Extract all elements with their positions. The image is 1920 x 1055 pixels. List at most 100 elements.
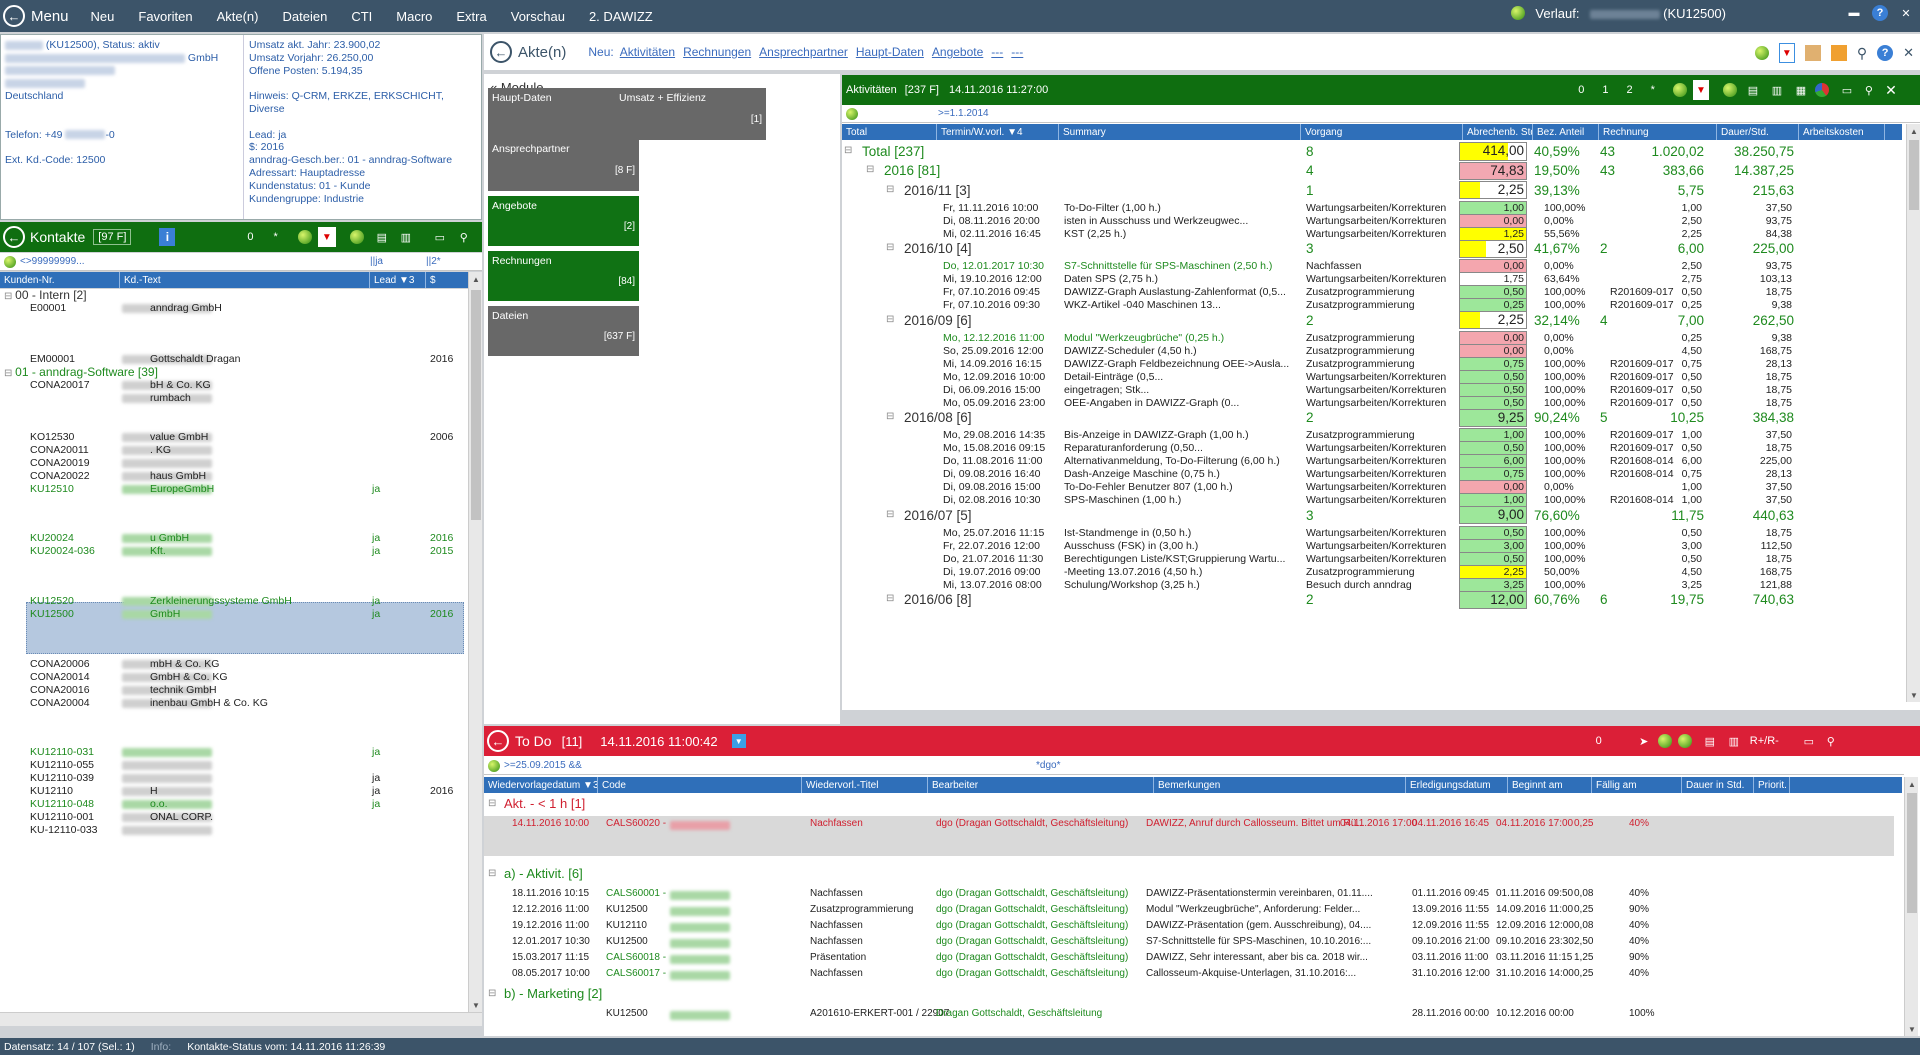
module-tile-4[interactable]: Rechnungen [84] bbox=[488, 251, 639, 301]
todo-col-3[interactable]: Bearbeiter bbox=[928, 777, 1154, 793]
akte-link-0[interactable]: Aktivitäten bbox=[620, 45, 675, 59]
search-icon[interactable] bbox=[1722, 83, 1737, 97]
table-row[interactable]: KU12110-039 ja bbox=[0, 772, 468, 785]
nav-item-2[interactable]: Akte(n) bbox=[217, 9, 259, 24]
back-arrow-icon[interactable]: ← bbox=[490, 41, 512, 63]
monitor-icon[interactable]: ▭ bbox=[1801, 733, 1817, 749]
kontakte-star[interactable]: * bbox=[274, 231, 278, 243]
print-icon[interactable]: ▤ bbox=[1745, 82, 1761, 98]
table-row[interactable]: CONA20011 . KG bbox=[0, 444, 468, 457]
col-lead[interactable]: Lead ▼3 bbox=[370, 272, 426, 288]
zoom-icon[interactable]: ⚲ bbox=[1857, 45, 1867, 62]
info-icon[interactable]: i bbox=[159, 228, 176, 246]
search-icon[interactable] bbox=[349, 230, 364, 244]
kontakte-hscroll[interactable] bbox=[0, 1012, 482, 1026]
print-icon[interactable]: ▤ bbox=[374, 229, 390, 245]
todo-row[interactable]: 19.12.2016 11:00 KU12110 Nachfassen dgo (Dr… bbox=[484, 918, 1894, 934]
table-row[interactable]: KU12110-001 ONAL CORP. bbox=[0, 811, 468, 824]
back-arrow-icon[interactable]: ← bbox=[3, 226, 25, 248]
aktiv-n0[interactable]: 0 bbox=[1578, 84, 1584, 96]
aktiv-col-4[interactable]: Abrechenb. Std. bbox=[1463, 124, 1533, 140]
filter-kdnr[interactable]: <>99999999... bbox=[20, 256, 85, 267]
collapse-icon[interactable]: ⊟ bbox=[488, 798, 496, 809]
todo-row[interactable]: 08.05.2017 10:00 CALS60017 - Nachfassen dgo… bbox=[484, 966, 1894, 982]
akte-link-1[interactable]: Rechnungen bbox=[683, 45, 751, 59]
zoom-icon[interactable]: ⚲ bbox=[1823, 733, 1839, 749]
aktiv-col-3[interactable]: Vorgang bbox=[1301, 124, 1463, 140]
collapse-icon[interactable]: ⊟ bbox=[4, 368, 15, 379]
refresh-icon[interactable] bbox=[1657, 734, 1672, 748]
scroll-up-icon[interactable]: ▲ bbox=[469, 272, 483, 286]
collapse-icon[interactable]: ⊟ bbox=[886, 411, 894, 422]
nav-item-8[interactable]: 2. DAWIZZ bbox=[589, 9, 653, 24]
collapse-icon[interactable]: ⊟ bbox=[886, 593, 894, 604]
todo-col-9[interactable]: Priorit. bbox=[1754, 777, 1790, 793]
print-icon[interactable]: ▤ bbox=[1702, 733, 1718, 749]
collapse-icon[interactable]: ⊟ bbox=[844, 145, 852, 156]
nav-item-0[interactable]: Neu bbox=[91, 9, 115, 24]
kontakte-group[interactable]: ⊟ 01 - anndrag-Software [39] bbox=[4, 365, 158, 379]
aktiv-group-row[interactable]: ⊟ 2016/07 [5] 3 9,00 76,60% 11,75 440,63 bbox=[842, 505, 1902, 526]
scroll-down-icon[interactable]: ▼ bbox=[1905, 1022, 1919, 1036]
columns-icon[interactable]: ▥ bbox=[1769, 82, 1785, 98]
refresh-icon[interactable] bbox=[1672, 83, 1687, 97]
akte-link-2[interactable]: Ansprechpartner bbox=[759, 45, 848, 59]
filter-icon[interactable]: ▼ bbox=[1692, 80, 1709, 100]
close-icon[interactable]: ✕ bbox=[1883, 82, 1899, 98]
aktiv-n1[interactable]: 1 bbox=[1602, 84, 1608, 96]
todo-col-8[interactable]: Dauer in Std. bbox=[1682, 777, 1754, 793]
main-menu-button[interactable]: ← Menu bbox=[0, 5, 69, 27]
scroll-up-icon[interactable]: ▲ bbox=[1905, 777, 1919, 791]
columns-icon[interactable]: ▥ bbox=[398, 229, 414, 245]
todo-col-2[interactable]: Wiedervorl.-Titel bbox=[802, 777, 928, 793]
aktiv-group-row[interactable]: ⊟ 2016/11 [3] 1 2,25 39,13% 5,75 215,63 bbox=[842, 180, 1902, 201]
filter-lead[interactable]: ||ja bbox=[370, 256, 383, 267]
table-row[interactable]: CONA20006 mbH & Co. KG bbox=[0, 658, 468, 671]
todo-col-0[interactable]: Wiedervorlagedatum ▼3 bbox=[484, 777, 598, 793]
nav-item-1[interactable]: Favoriten bbox=[138, 9, 192, 24]
help-icon[interactable]: ? bbox=[1872, 5, 1888, 21]
akte-link-4[interactable]: Angebote bbox=[932, 45, 983, 59]
export-icon[interactable] bbox=[1830, 45, 1847, 61]
aktiv-n2[interactable]: 2 bbox=[1627, 84, 1633, 96]
search-icon[interactable] bbox=[1677, 734, 1692, 748]
scroll-thumb[interactable] bbox=[471, 290, 481, 520]
table-row[interactable]: KU12110-048 o.o. ja bbox=[0, 798, 468, 811]
back-arrow-icon[interactable]: ← bbox=[487, 730, 509, 752]
table-row[interactable]: CONA20017 bH & Co. KG bbox=[0, 379, 468, 392]
aktiv-col-8[interactable]: Arbeitskosten bbox=[1799, 124, 1885, 140]
table-row[interactable]: CONA20004 inenbau GmbH & Co. KG bbox=[0, 697, 468, 710]
module-tile-2[interactable]: Ansprechpartner [8 F] bbox=[488, 139, 639, 191]
scroll-down-icon[interactable]: ▼ bbox=[1907, 688, 1920, 702]
filter-s[interactable]: ||2* bbox=[426, 256, 441, 267]
table-row[interactable]: KU12500 GmbH ja 2016 bbox=[0, 608, 468, 621]
todo-row[interactable]: 12.01.2017 10:30 KU12500 Nachfassen dgo (Dr… bbox=[484, 934, 1894, 950]
table-row[interactable]: KU12510 EuropeGmbH ja bbox=[0, 483, 468, 496]
akte-link-6[interactable]: --- bbox=[1011, 45, 1023, 59]
todo-row[interactable]: 12.12.2016 11:00 KU12500 Zusatzprogrammier… bbox=[484, 902, 1894, 918]
aktiv-col-7[interactable]: Dauer/Std. bbox=[1717, 124, 1799, 140]
todo-row[interactable]: KU12500 A201610-ERKERT-001 / 22907 Dragan … bbox=[484, 1006, 1894, 1022]
todo-row[interactable]: 15.03.2017 11:15 CALS60018 - Präsentation d… bbox=[484, 950, 1894, 966]
aktiv-star[interactable]: * bbox=[1651, 84, 1655, 96]
refresh-icon[interactable] bbox=[297, 230, 312, 244]
collapse-icon[interactable]: ⊟ bbox=[886, 184, 894, 195]
todo-col-5[interactable]: Erledigungsdatum bbox=[1406, 777, 1508, 793]
module-tile-5[interactable]: Dateien [637 F] bbox=[488, 306, 639, 356]
todo-row[interactable]: 14.11.2016 10:00 CALS60020 - Nachfassen dgo… bbox=[484, 816, 1894, 856]
todo-group[interactable]: ⊟ Akt. - < 1 h [1] bbox=[484, 796, 1894, 814]
nav-item-4[interactable]: CTI bbox=[351, 9, 372, 24]
chart-icon[interactable]: ▦ bbox=[1793, 82, 1809, 98]
nav-item-3[interactable]: Dateien bbox=[283, 9, 328, 24]
help-icon[interactable]: ? bbox=[1877, 45, 1894, 61]
verlauf-value[interactable]: (KU12500) bbox=[1589, 6, 1726, 21]
table-row[interactable]: CONA20014 GmbH & Co. KG bbox=[0, 671, 468, 684]
nav-item-5[interactable]: Macro bbox=[396, 9, 432, 24]
table-row[interactable]: CONA20016 technik GmbH bbox=[0, 684, 468, 697]
calendar-icon[interactable] bbox=[1804, 45, 1821, 61]
minimize-icon[interactable]: ▬ bbox=[1846, 5, 1862, 21]
todo-scrollbar[interactable]: ▲ ▼ bbox=[1904, 777, 1918, 1036]
filter-icon[interactable]: ▼ bbox=[317, 227, 336, 247]
nav-item-7[interactable]: Vorschau bbox=[511, 9, 565, 24]
nav-item-6[interactable]: Extra bbox=[456, 9, 486, 24]
